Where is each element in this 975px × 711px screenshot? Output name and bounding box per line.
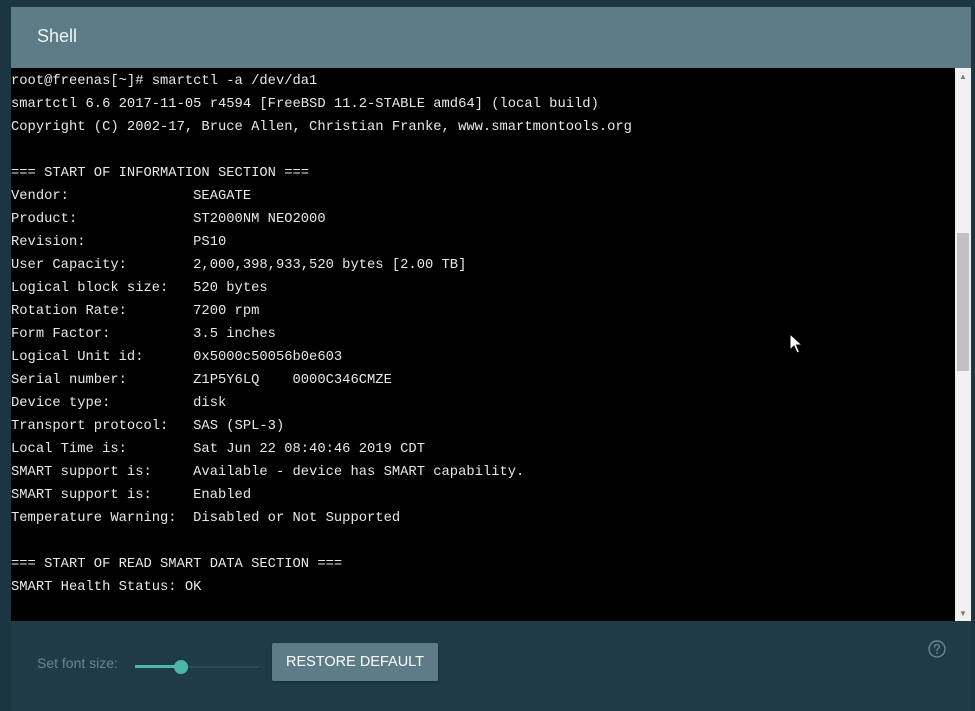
font-size-label: Set font size: [37, 655, 118, 671]
terminal-line: Form Factor: 3.5 inches [11, 327, 276, 342]
terminal-line: === START OF READ SMART DATA SECTION === [11, 557, 343, 572]
terminal-line: Revision: PS10 [11, 235, 227, 250]
panel-header: Shell [11, 7, 971, 68]
scroll-up-arrow-icon[interactable]: ▲ [955, 68, 971, 84]
page-title: Shell [37, 26, 78, 46]
terminal-line: SMART support is: Enabled [11, 488, 252, 503]
terminal-line: Copyright (C) 2002-17, Bruce Allen, Chri… [11, 120, 632, 135]
terminal-line: Vendor: SEAGATE [11, 189, 252, 204]
terminal-line: smartctl 6.6 2017-11-05 r4594 [FreeBSD 1… [11, 97, 599, 112]
restore-default-button[interactable]: RESTORE DEFAULT [272, 643, 438, 681]
shell-panel: Shell root@freenas[~]# smartctl -a /dev/… [11, 7, 971, 711]
terminal-output[interactable]: root@freenas[~]# smartctl -a /dev/da1 sma… [11, 68, 955, 621]
scrollbar-thumb[interactable] [957, 233, 969, 371]
terminal-line: SMART support is: Available - device has… [11, 465, 525, 480]
terminal-scrollbar[interactable]: ▲ ▼ [955, 68, 971, 621]
help-circle-icon[interactable] [928, 640, 946, 658]
terminal-line: Temperature Warning: Disabled or Not Sup… [11, 511, 401, 526]
terminal-line: === START OF INFORMATION SECTION === [11, 166, 310, 181]
terminal-line: Transport protocol: SAS (SPL-3) [11, 419, 285, 434]
mouse-pointer-icon [789, 333, 803, 354]
terminal-line: Device type: disk [11, 396, 227, 411]
terminal-line: Serial number: Z1P5Y6LQ 0000C346CMZE [11, 373, 392, 388]
terminal-text: root@freenas[~]# smartctl -a /dev/da1 sma… [11, 68, 955, 599]
terminal-line: Product: ST2000NM NEO2000 [11, 212, 326, 227]
terminal-line: Logical Unit id: 0x5000c50056b0e603 [11, 350, 343, 365]
terminal-line: User Capacity: 2,000,398,933,520 bytes [… [11, 258, 467, 273]
terminal-line: Logical block size: 520 bytes [11, 281, 268, 296]
terminal-line: Local Time is: Sat Jun 22 08:40:46 2019 … [11, 442, 425, 457]
terminal-line: root@freenas[~]# smartctl -a /dev/da1 [11, 74, 318, 89]
terminal-line: SMART Health Status: OK [11, 580, 202, 595]
font-size-slider[interactable] [135, 659, 259, 675]
terminal-footer: Set font size: RESTORE DEFAULT [11, 621, 971, 711]
slider-thumb[interactable] [174, 660, 188, 674]
terminal-line: Rotation Rate: 7200 rpm [11, 304, 260, 319]
scroll-down-arrow-icon[interactable]: ▼ [955, 605, 971, 621]
